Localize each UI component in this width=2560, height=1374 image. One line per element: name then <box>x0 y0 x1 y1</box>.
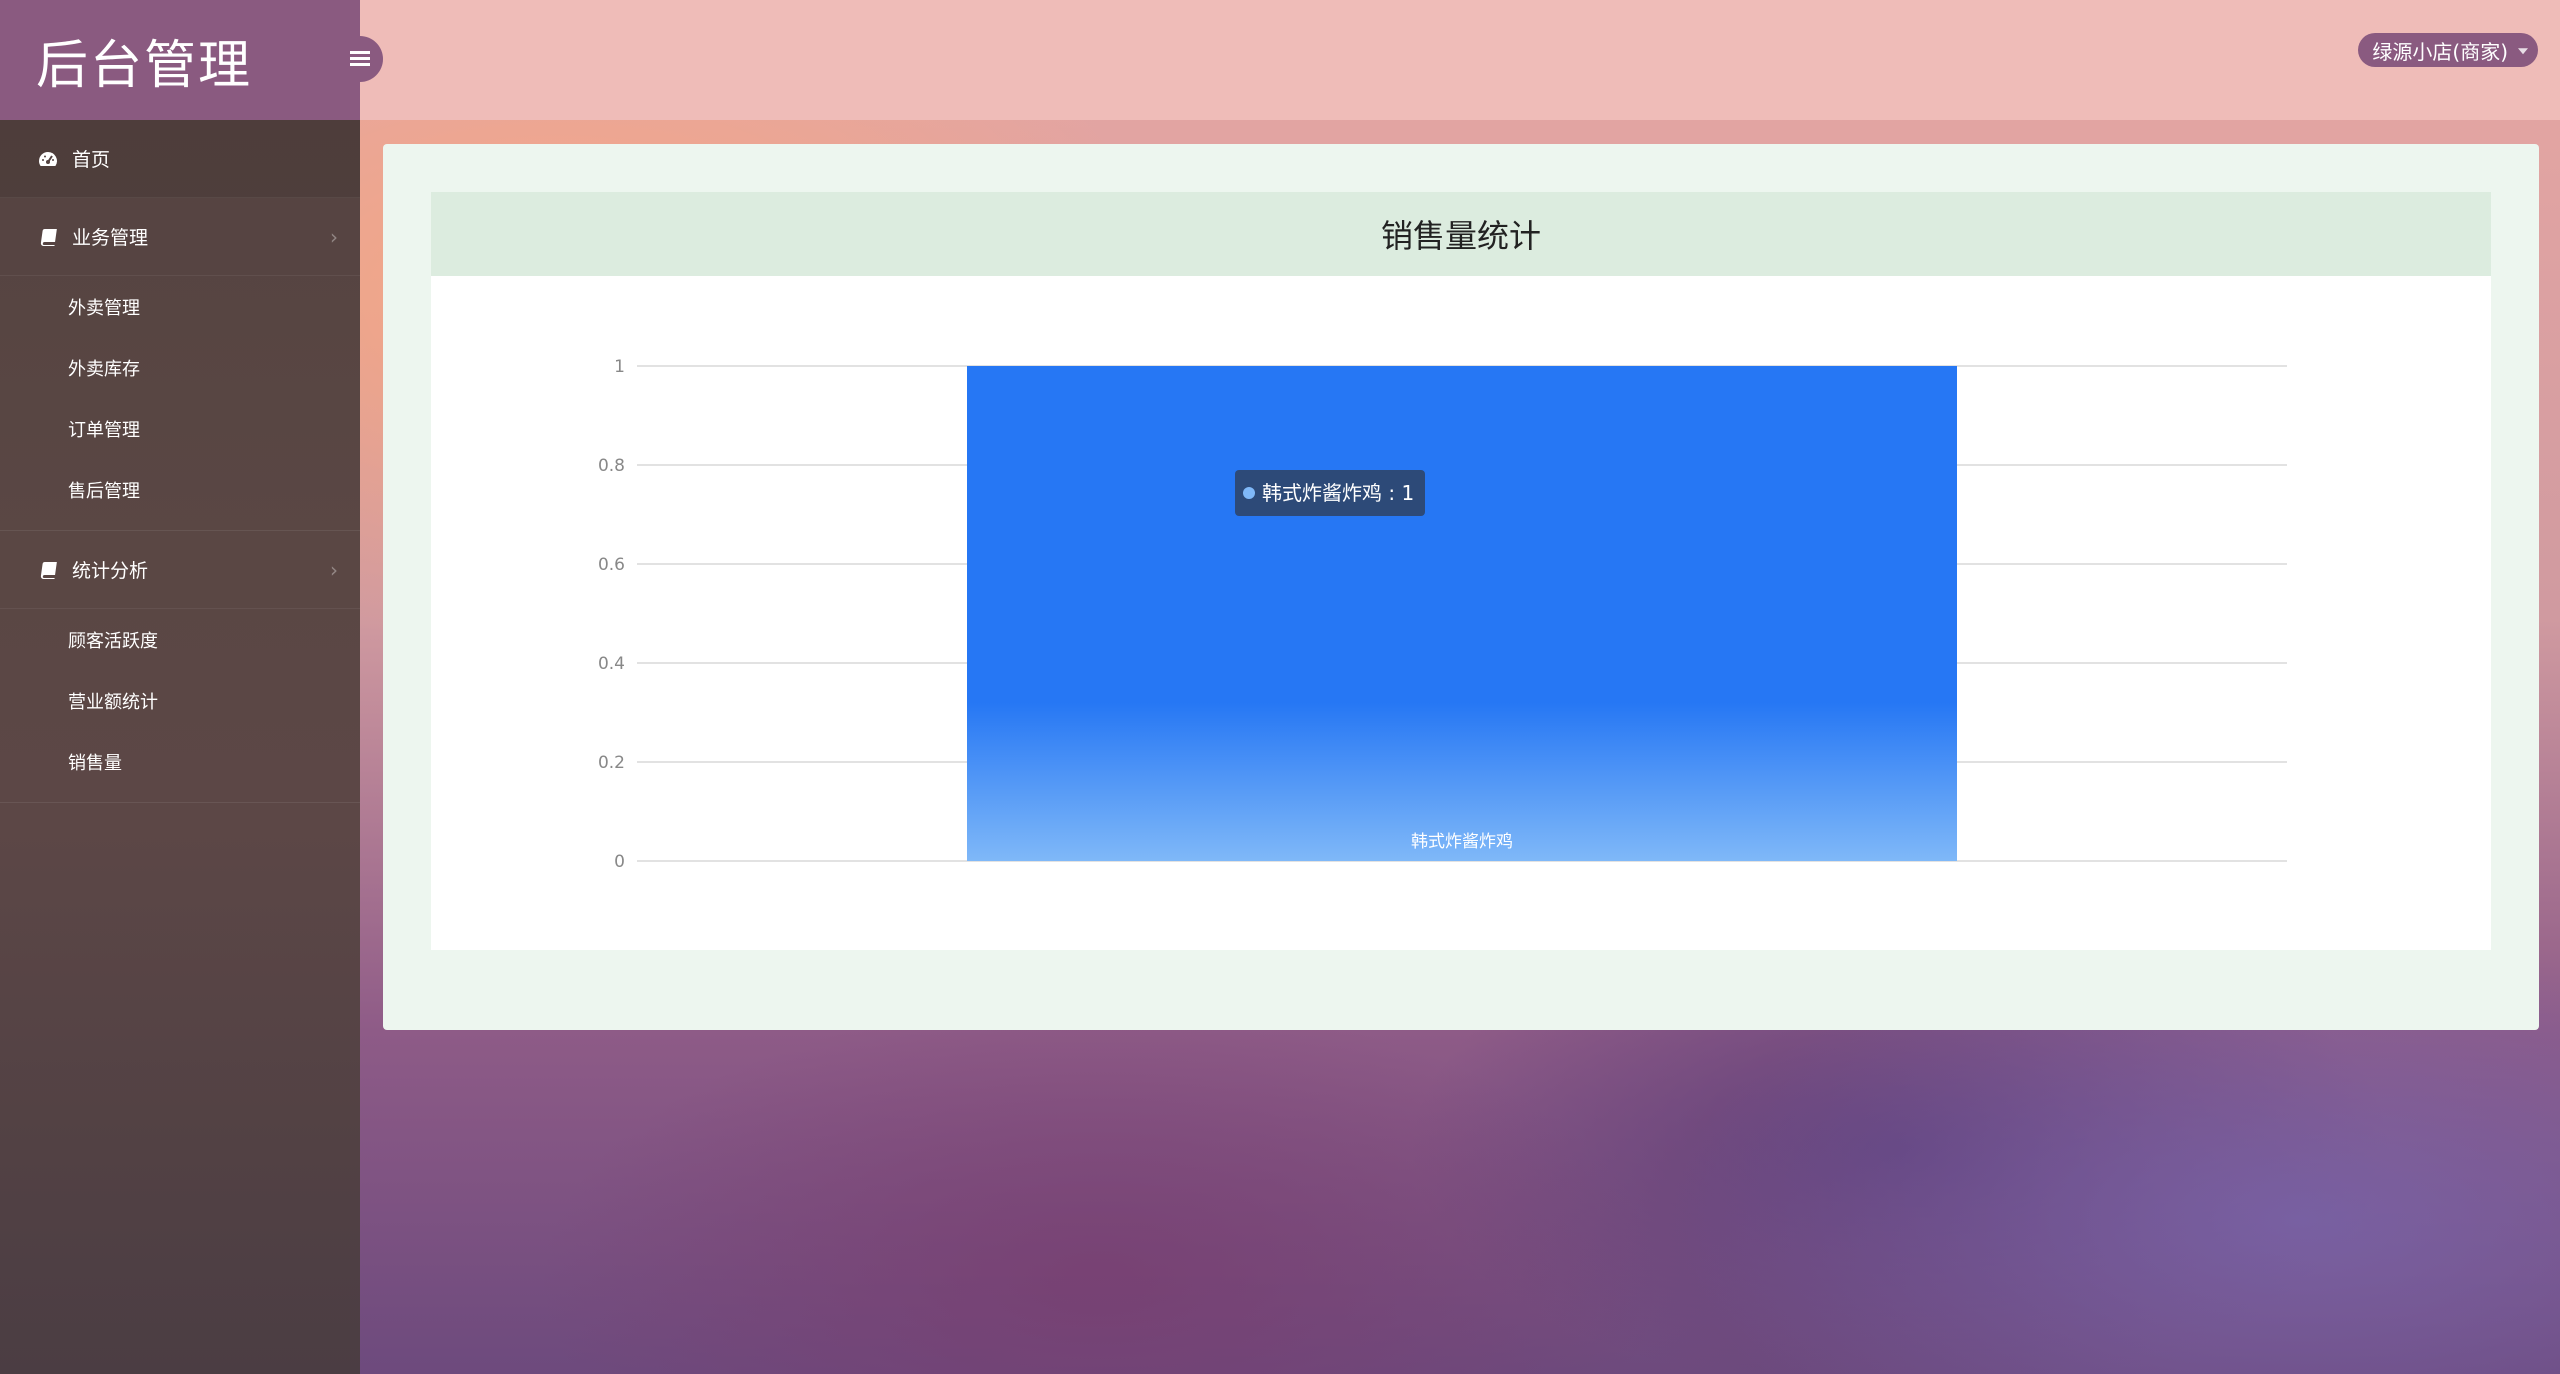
sidebar-subitem-orders[interactable]: 订单管理 <box>0 398 360 459</box>
card-title: 销售量统计 <box>431 192 2491 276</box>
y-tick-label: 0.6 <box>598 555 625 575</box>
y-tick-label: 0.4 <box>598 654 625 674</box>
main-panel: 销售量统计 0 0.2 0.4 0.6 0.8 1 韩式炸酱炸鸡 韩式炸酱炸鸡 : 1 <box>383 144 2539 1030</box>
user-menu-dropdown[interactable]: 绿源小店(商家) <box>2358 33 2538 67</box>
sidebar-subitem-takeout[interactable]: 外卖管理 <box>0 276 360 337</box>
sidebar-subitem-aftersales[interactable]: 售后管理 <box>0 459 360 520</box>
sidebar-item-label: 业务管理 <box>72 227 149 249</box>
sidebar-toggle-button[interactable] <box>337 36 383 82</box>
sidebar-subitem-inventory[interactable]: 外卖库存 <box>0 337 360 398</box>
sidebar-group-statistics: 统计分析 › 顾客活跃度 营业额统计 销售量 <box>0 531 360 803</box>
brand-title: 后台管理 <box>0 0 360 120</box>
chevron-right-icon: › <box>330 224 338 249</box>
menu-icon <box>350 44 370 74</box>
chevron-right-icon: › <box>330 557 338 582</box>
sidebar-subitem-sales-volume[interactable]: 销售量 <box>0 731 360 792</box>
y-tick-label: 0 <box>614 852 625 872</box>
tooltip-marker <box>1243 487 1255 499</box>
sidebar-subitem-customer-activity[interactable]: 顾客活跃度 <box>0 609 360 670</box>
y-tick-label: 0.8 <box>598 456 625 476</box>
book-icon <box>36 561 60 579</box>
sidebar-item-statistics[interactable]: 统计分析 › <box>0 531 360 609</box>
sales-bar-chart[interactable]: 0 0.2 0.4 0.6 0.8 1 韩式炸酱炸鸡 韩式炸酱炸鸡 : 1 <box>431 276 2491 950</box>
bar <box>967 366 1957 861</box>
y-tick-label: 1 <box>614 357 625 377</box>
sidebar-item-label: 首页 <box>72 149 111 171</box>
top-bar: 绿源小店(商家) <box>360 0 2560 120</box>
chart-card: 销售量统计 0 0.2 0.4 0.6 0.8 1 韩式炸酱炸鸡 韩式炸酱炸鸡 : 1 <box>431 192 2491 950</box>
sidebar-item-business[interactable]: 业务管理 › <box>0 198 360 276</box>
sidebar-subitem-revenue[interactable]: 营业额统计 <box>0 670 360 731</box>
sidebar: 后台管理 首页 业务管理 › 外卖管理 外卖库存 订单管理 售后管理 统计分析 … <box>0 0 360 1374</box>
sidebar-group-business: 业务管理 › 外卖管理 外卖库存 订单管理 售后管理 <box>0 198 360 531</box>
caret-down-icon <box>2518 48 2528 55</box>
user-menu-label: 绿源小店(商家) <box>2372 39 2508 64</box>
dashboard-icon <box>36 150 60 168</box>
book-icon <box>36 228 60 246</box>
tooltip-text: 韩式炸酱炸鸡 : 1 <box>1262 481 1414 505</box>
bar-category-label: 韩式炸酱炸鸡 <box>1411 832 1513 852</box>
sidebar-item-home[interactable]: 首页 <box>0 120 360 198</box>
chart-area: 0 0.2 0.4 0.6 0.8 1 韩式炸酱炸鸡 韩式炸酱炸鸡 : 1 <box>431 276 2491 950</box>
y-tick-label: 0.2 <box>598 753 625 773</box>
sidebar-item-label: 统计分析 <box>72 560 149 582</box>
